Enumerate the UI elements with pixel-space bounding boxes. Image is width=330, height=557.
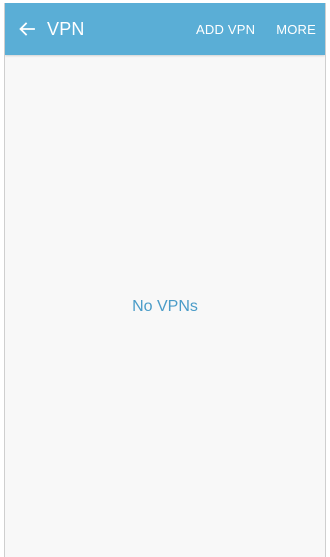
page-title: VPN [47,18,85,39]
arrow-left-icon [19,22,35,36]
empty-state-message: No VPNs [132,298,198,315]
add-vpn-button[interactable]: ADD VPN [196,22,255,37]
back-button[interactable] [7,3,47,55]
more-button[interactable]: MORE [276,22,316,37]
vpn-screen: VPN ADD VPN MORE No VPNs [4,3,326,557]
vpn-list: No VPNs [5,55,325,557]
app-bar: VPN ADD VPN MORE [5,3,325,55]
